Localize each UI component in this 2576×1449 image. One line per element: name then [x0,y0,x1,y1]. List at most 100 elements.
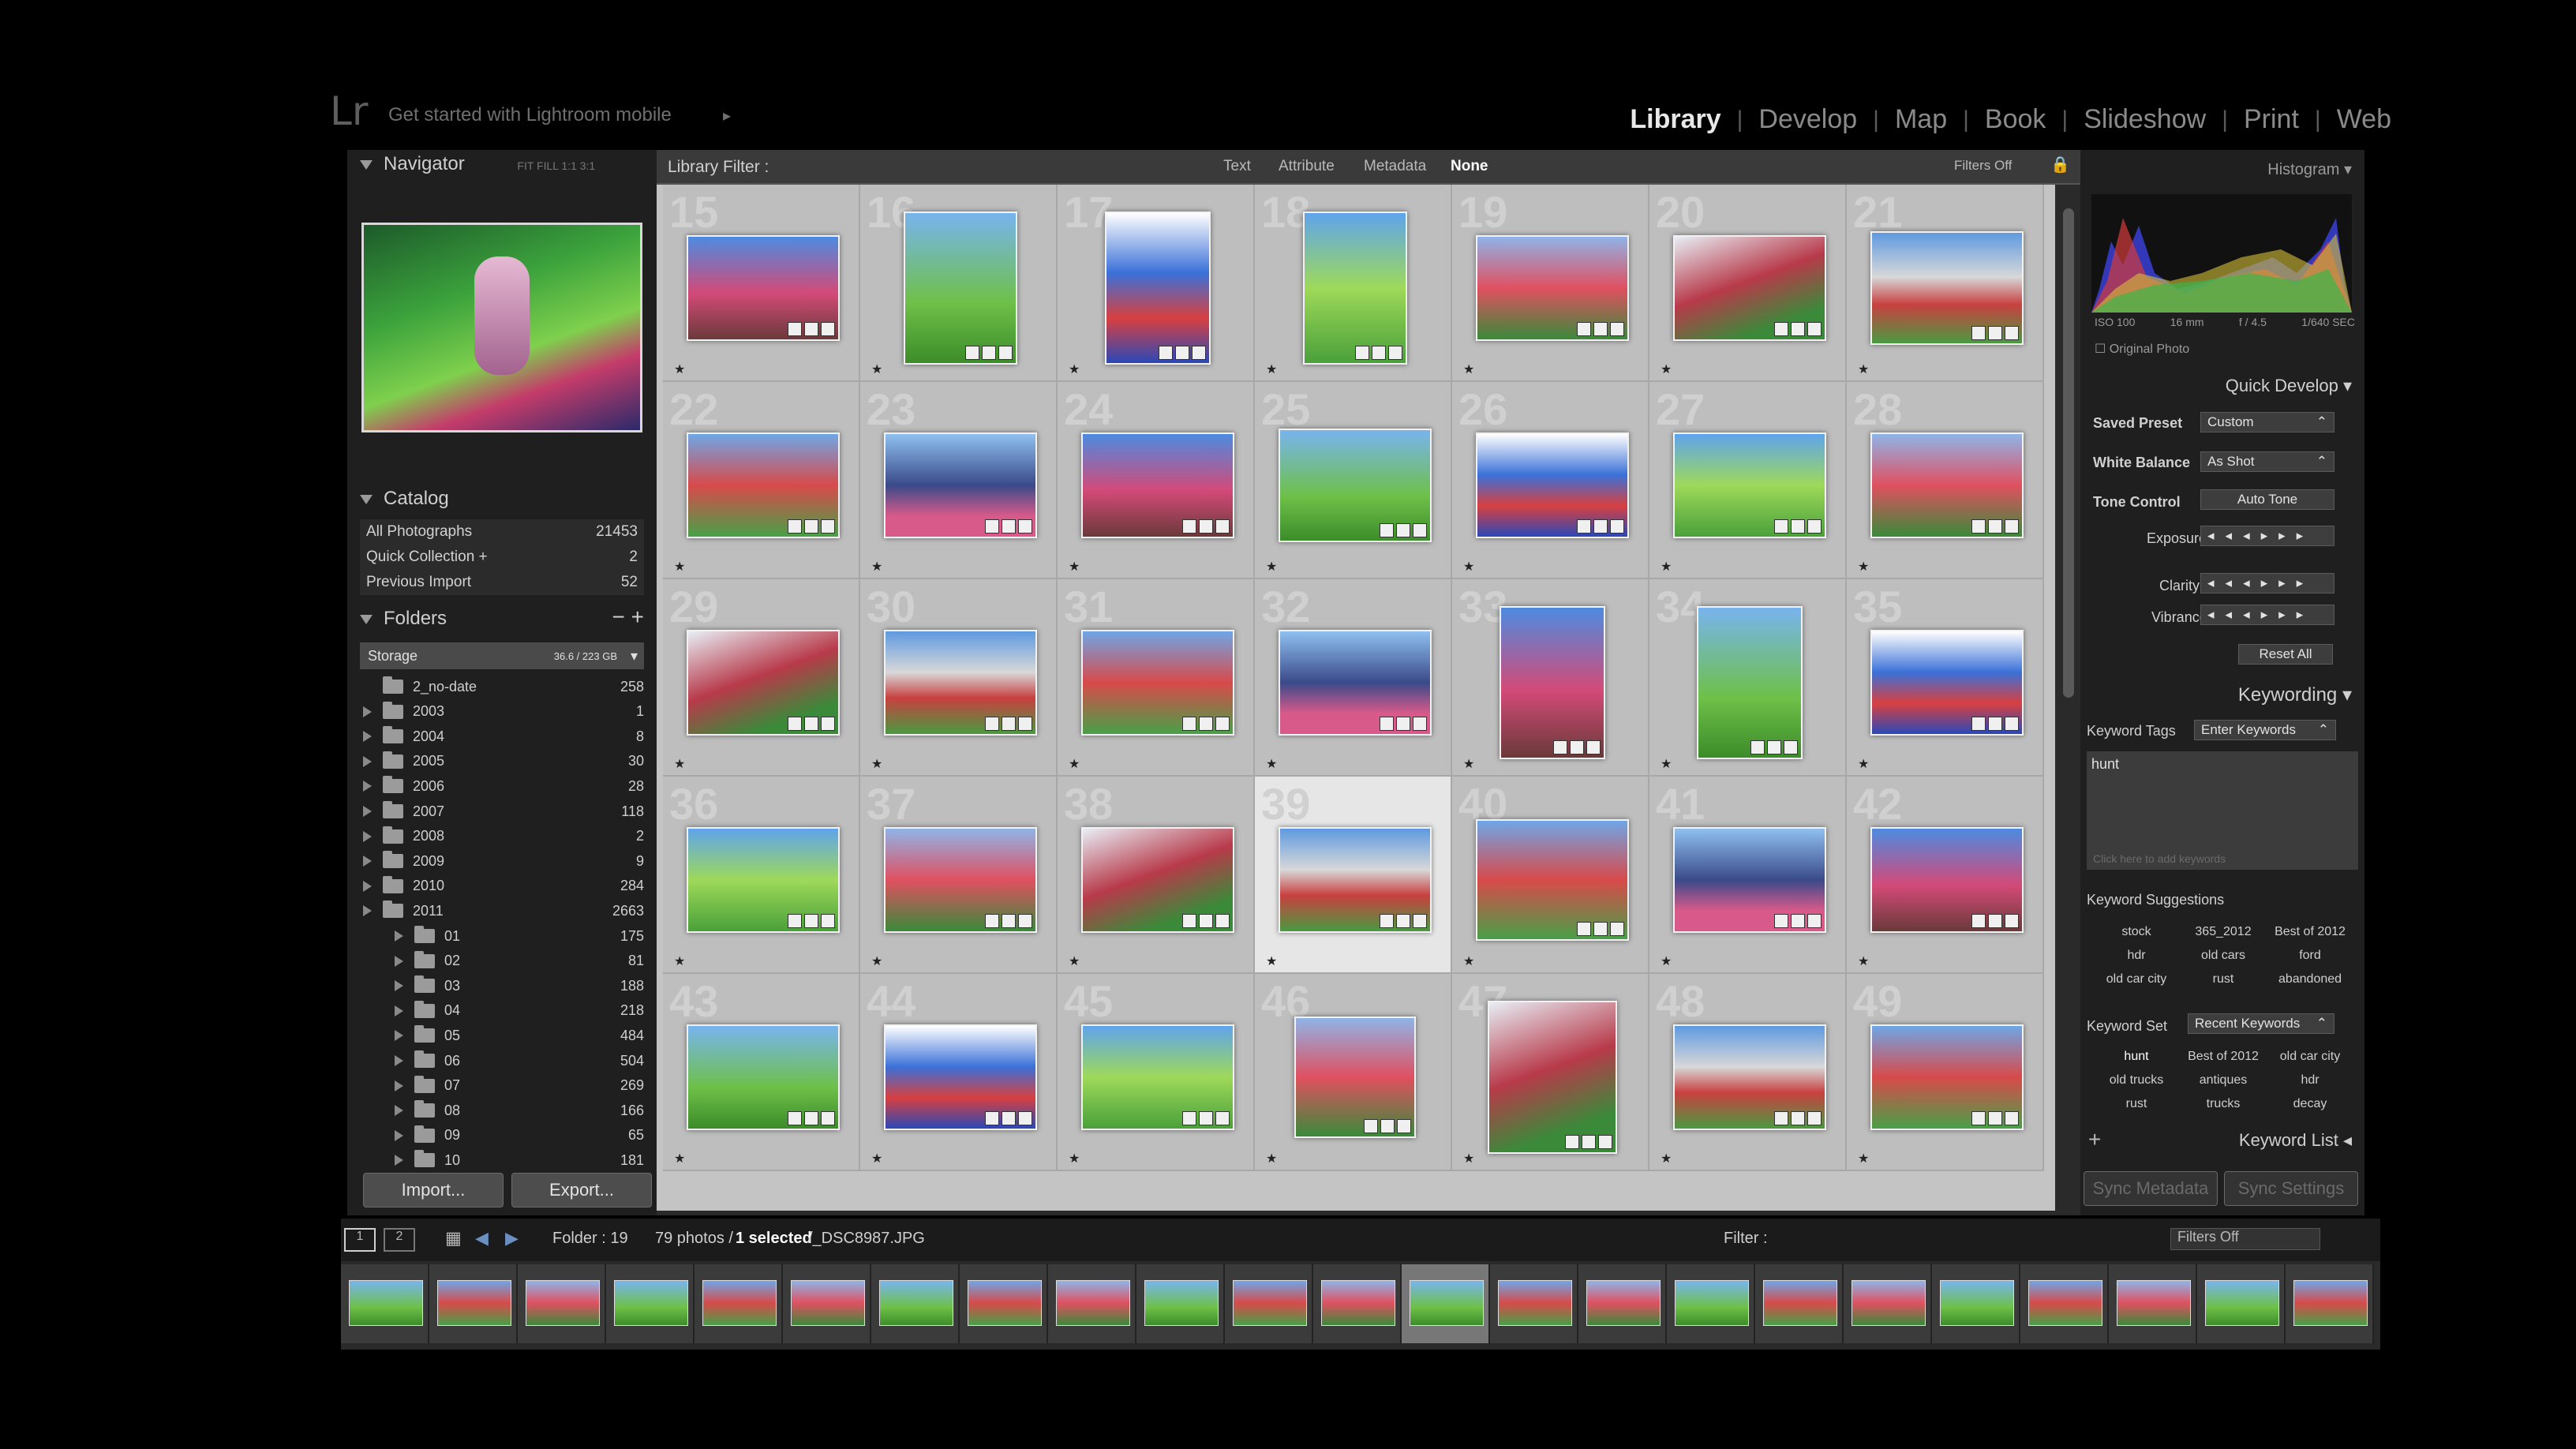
badge-icon[interactable] [821,717,835,731]
expand-arrow-icon[interactable] [395,1055,403,1066]
photo-thumbnail[interactable] [687,1024,840,1130]
grid-cell[interactable]: 45 ★ [1058,974,1255,1171]
exposure-stepper[interactable]: ◂◂◂▸▸▸ [2200,526,2334,546]
grid-cell[interactable]: 31 ★ [1058,579,1255,777]
badge-icon[interactable] [2005,1111,2019,1125]
thumbnail-badges[interactable] [985,1111,1032,1125]
badge-icon[interactable] [1159,346,1173,360]
rating-star-icon[interactable]: ★ [1463,559,1474,575]
module-book[interactable]: Book [1969,104,2062,135]
badge-icon[interactable] [985,1111,999,1125]
keyword-chip[interactable]: antiques [2180,1073,2267,1088]
catalog-item-quick-collection[interactable]: Quick Collection +2 [360,545,644,570]
filmstrip-thumbnail[interactable] [429,1264,518,1343]
photo-thumbnail[interactable] [1279,630,1432,736]
badge-icon[interactable] [985,519,999,534]
badge-icon[interactable] [1577,922,1591,936]
badge-icon[interactable] [2005,717,2019,731]
expand-arrow-icon[interactable] [395,1005,403,1017]
thumbnail-badges[interactable] [1577,519,1624,534]
grid-cell[interactable]: 44 ★ [860,974,1058,1171]
badge-icon[interactable] [1372,346,1386,360]
folder-item[interactable]: 2009 9 [363,848,644,874]
expand-arrow-icon[interactable] [363,755,372,767]
thumbnail-badges[interactable] [985,519,1032,534]
navigator-preview[interactable] [361,223,642,432]
grid-cell[interactable]: 20 ★ [1649,185,1847,382]
badge-icon[interactable] [1988,717,2002,731]
badge-icon[interactable] [1002,717,1016,731]
badge-icon[interactable] [1791,322,1805,336]
rating-star-icon[interactable]: ★ [1661,559,1672,575]
thumbnail-badges[interactable] [1565,1135,1612,1149]
filmstrip-thumbnail[interactable] [695,1264,783,1343]
grid-cell[interactable]: 16 ★ [860,185,1058,382]
filmstrip-thumbnail[interactable] [2197,1264,2286,1343]
badge-icon[interactable] [1215,1111,1230,1125]
rating-star-icon[interactable]: ★ [871,361,882,377]
folder-item[interactable]: 2_no-date 258 [363,674,644,699]
keyword-chip[interactable]: ford [2267,949,2353,963]
badge-icon[interactable] [1570,740,1584,754]
forward-arrow-icon[interactable]: ▶ [505,1228,519,1249]
expand-arrow-icon[interactable] [395,1080,403,1091]
grid-cell[interactable]: 36 ★ [663,777,860,974]
folder-item[interactable]: 08 166 [395,1098,644,1123]
rating-star-icon[interactable]: ★ [1463,1151,1474,1166]
rating-star-icon[interactable]: ★ [1463,953,1474,969]
photo-thumbnail[interactable] [1476,432,1629,538]
rating-star-icon[interactable]: ★ [1858,1151,1869,1166]
filmstrip-thumbnail[interactable] [960,1264,1048,1343]
badge-icon[interactable] [1598,1135,1612,1149]
folder-item[interactable]: 2003 1 [363,699,644,724]
keyword-chip[interactable]: 365_2012 [2180,925,2267,939]
rating-star-icon[interactable]: ★ [1858,953,1869,969]
photo-thumbnail[interactable] [1673,827,1826,933]
badge-icon[interactable] [1577,519,1591,534]
dropdown-arrow-icon[interactable]: ▾ [631,648,638,665]
badge-icon[interactable] [1577,322,1591,336]
keyword-chip[interactable]: rust [2180,972,2267,987]
rating-star-icon[interactable]: ★ [1858,756,1869,772]
filter-text[interactable]: Text [1223,158,1251,175]
keyword-chip[interactable]: abandoned [2267,972,2353,987]
module-print[interactable]: Print [2228,104,2315,135]
keyword-chip[interactable]: stock [2093,925,2180,939]
grid-cell[interactable]: 30 ★ [860,579,1058,777]
thumbnail-badges[interactable] [1182,1111,1230,1125]
photo-thumbnail[interactable] [1081,1024,1234,1130]
thumbnail-badges[interactable] [1774,519,1822,534]
thumbnail-badges[interactable] [1750,740,1798,754]
collapse-triangle-icon[interactable] [360,494,373,504]
filmstrip-thumbnail[interactable] [1844,1264,1932,1343]
badge-icon[interactable] [1018,717,1032,731]
badge-icon[interactable] [982,346,996,360]
expand-arrow-icon[interactable] [363,856,372,867]
badge-icon[interactable] [1784,740,1798,754]
badge-icon[interactable] [1355,346,1369,360]
import-button[interactable]: Import... [363,1173,504,1208]
badge-icon[interactable] [998,346,1013,360]
clarity-stepper[interactable]: ◂◂◂▸▸▸ [2200,573,2334,593]
grid-cell[interactable]: 15 ★ [663,185,860,382]
badge-icon[interactable] [2005,519,2019,534]
grid-cell[interactable]: 28 ★ [1847,382,2044,579]
thumbnail-badges[interactable] [1182,914,1230,928]
badge-icon[interactable] [1364,1119,1378,1133]
badge-icon[interactable] [1380,1119,1395,1133]
badge-icon[interactable] [1388,346,1402,360]
badge-icon[interactable] [1593,519,1608,534]
photo-thumbnail[interactable] [1870,432,2024,538]
selected-filename[interactable]: /_DSC8987.JPG [808,1230,925,1248]
rating-star-icon[interactable]: ★ [1661,361,1672,377]
rating-star-icon[interactable]: ★ [871,1151,882,1166]
rating-star-icon[interactable]: ★ [871,756,882,772]
keyword-chip[interactable]: hdr [2093,949,2180,963]
folder-item[interactable]: 2007 118 [363,799,644,824]
badge-icon[interactable] [804,717,818,731]
rating-star-icon[interactable]: ★ [1463,756,1474,772]
rating-star-icon[interactable]: ★ [674,1151,685,1166]
grid-cell[interactable]: 34 ★ [1649,579,1847,777]
badge-icon[interactable] [788,519,802,534]
storage-volume[interactable]: Storage 36.6 / 223 GB ▾ [360,642,644,669]
